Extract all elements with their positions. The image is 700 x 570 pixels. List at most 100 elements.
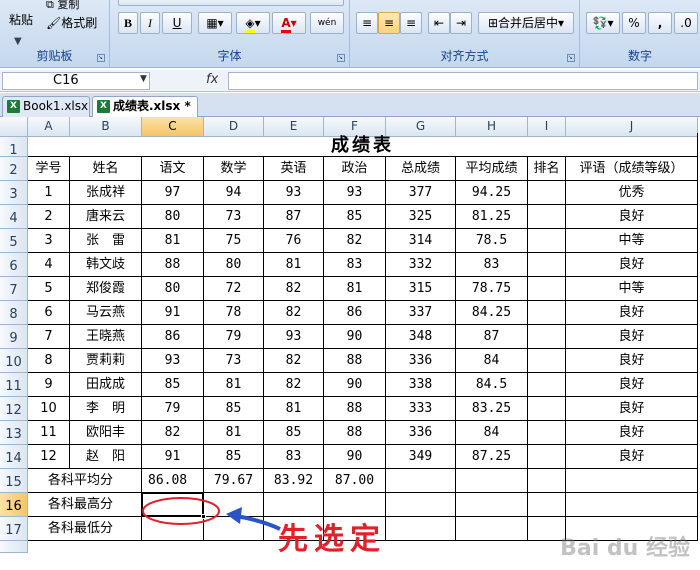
- table-cell[interactable]: 8: [28, 349, 70, 373]
- table-cell[interactable]: 张 雷: [70, 229, 142, 253]
- header-cell[interactable]: 排名: [528, 157, 566, 181]
- max-label-cell[interactable]: 各科最高分: [28, 493, 142, 517]
- table-cell[interactable]: 78.75: [456, 277, 528, 301]
- table-cell[interactable]: 4: [28, 253, 70, 277]
- row-header-16[interactable]: 16: [0, 493, 28, 517]
- table-cell[interactable]: 81: [264, 253, 324, 277]
- row-header-5[interactable]: 5: [0, 229, 28, 253]
- formula-input[interactable]: [228, 72, 698, 90]
- increase-decimal-button[interactable]: .0: [674, 12, 698, 34]
- table-cell[interactable]: 81: [142, 229, 204, 253]
- table-cell[interactable]: 优秀: [566, 181, 698, 205]
- empty-cell[interactable]: [386, 493, 456, 517]
- table-cell[interactable]: 73: [204, 349, 264, 373]
- row-header-17[interactable]: 17: [0, 517, 28, 541]
- align-right-button[interactable]: ≡: [400, 12, 422, 34]
- table-cell[interactable]: 93: [142, 349, 204, 373]
- select-all-corner[interactable]: [0, 117, 28, 137]
- table-cell[interactable]: 87: [456, 325, 528, 349]
- table-cell[interactable]: 348: [386, 325, 456, 349]
- alignment-launcher-icon[interactable]: ↘: [567, 54, 575, 62]
- table-cell[interactable]: 85: [264, 421, 324, 445]
- fill-handle[interactable]: [201, 514, 206, 519]
- table-cell[interactable]: 86: [324, 301, 386, 325]
- table-cell[interactable]: 90: [324, 373, 386, 397]
- empty-cell[interactable]: [456, 493, 528, 517]
- row-header-18[interactable]: [0, 541, 28, 553]
- table-cell[interactable]: 88: [142, 253, 204, 277]
- table-cell[interactable]: 唐来云: [70, 205, 142, 229]
- table-cell[interactable]: [528, 229, 566, 253]
- table-cell[interactable]: 82: [142, 421, 204, 445]
- table-cell[interactable]: 79: [142, 397, 204, 421]
- percent-button[interactable]: %: [622, 12, 646, 34]
- table-cell[interactable]: 马云燕: [70, 301, 142, 325]
- table-cell[interactable]: [528, 349, 566, 373]
- comma-button[interactable]: ,: [648, 12, 672, 34]
- merge-center-button[interactable]: ⊞合并后居中▾: [478, 12, 574, 34]
- table-cell[interactable]: 84.25: [456, 301, 528, 325]
- table-cell[interactable]: 78: [204, 301, 264, 325]
- paste-button[interactable]: 粘贴: [4, 2, 38, 40]
- table-cell[interactable]: 90: [324, 445, 386, 469]
- table-cell[interactable]: 良好: [566, 349, 698, 373]
- header-cell[interactable]: 英语: [264, 157, 324, 181]
- table-cell[interactable]: 349: [386, 445, 456, 469]
- row-header-7[interactable]: 7: [0, 277, 28, 301]
- empty-cell[interactable]: [528, 493, 566, 517]
- borders-button[interactable]: ▦▾: [198, 12, 232, 34]
- row-header-10[interactable]: 10: [0, 349, 28, 373]
- table-cell[interactable]: 336: [386, 349, 456, 373]
- table-cell[interactable]: 82: [264, 301, 324, 325]
- table-cell[interactable]: 9: [28, 373, 70, 397]
- table-cell[interactable]: 11: [28, 421, 70, 445]
- table-cell[interactable]: 315: [386, 277, 456, 301]
- empty-cell[interactable]: [528, 469, 566, 493]
- italic-button[interactable]: I: [140, 12, 160, 34]
- table-cell[interactable]: 良好: [566, 421, 698, 445]
- table-cell[interactable]: 85: [142, 373, 204, 397]
- table-cell[interactable]: 93: [264, 181, 324, 205]
- row-header-4[interactable]: 4: [0, 205, 28, 229]
- table-cell[interactable]: [528, 301, 566, 325]
- table-cell[interactable]: 72: [204, 277, 264, 301]
- table-cell[interactable]: 6: [28, 301, 70, 325]
- table-cell[interactable]: 85: [324, 205, 386, 229]
- table-cell[interactable]: 韩文歧: [70, 253, 142, 277]
- table-cell[interactable]: 83: [456, 253, 528, 277]
- increase-indent-button[interactable]: ⇥: [450, 12, 472, 34]
- table-cell[interactable]: 377: [386, 181, 456, 205]
- row-header-11[interactable]: 11: [0, 373, 28, 397]
- table-cell[interactable]: 84.5: [456, 373, 528, 397]
- table-cell[interactable]: 94.25: [456, 181, 528, 205]
- row-header-14[interactable]: 14: [0, 445, 28, 469]
- table-cell[interactable]: 84: [456, 349, 528, 373]
- table-cell[interactable]: [528, 205, 566, 229]
- table-cell[interactable]: 85: [204, 397, 264, 421]
- table-cell[interactable]: 338: [386, 373, 456, 397]
- table-cell[interactable]: 336: [386, 421, 456, 445]
- table-cell[interactable]: 张成祥: [70, 181, 142, 205]
- table-cell[interactable]: 88: [324, 421, 386, 445]
- header-cell[interactable]: 姓名: [70, 157, 142, 181]
- table-cell[interactable]: 88: [324, 349, 386, 373]
- row-header-3[interactable]: 3: [0, 181, 28, 205]
- table-cell[interactable]: 82: [264, 349, 324, 373]
- table-cell[interactable]: 83: [264, 445, 324, 469]
- table-cell[interactable]: 郑俊霞: [70, 277, 142, 301]
- underline-button[interactable]: U: [162, 12, 192, 34]
- decrease-indent-button[interactable]: ⇤: [428, 12, 450, 34]
- table-cell[interactable]: 良好: [566, 253, 698, 277]
- empty-cell[interactable]: [456, 517, 528, 541]
- font-name-box[interactable]: [118, 0, 344, 6]
- table-cell[interactable]: 78.5: [456, 229, 528, 253]
- insert-function-icon[interactable]: fx: [206, 72, 218, 87]
- empty-cell[interactable]: [204, 493, 264, 517]
- table-cell[interactable]: 良好: [566, 301, 698, 325]
- row-header-6[interactable]: 6: [0, 253, 28, 277]
- font-launcher-icon[interactable]: ↘: [337, 54, 345, 62]
- empty-cell[interactable]: [386, 517, 456, 541]
- sheet-title[interactable]: 成绩表: [28, 133, 698, 157]
- table-cell[interactable]: 91: [142, 445, 204, 469]
- table-cell[interactable]: 王晓燕: [70, 325, 142, 349]
